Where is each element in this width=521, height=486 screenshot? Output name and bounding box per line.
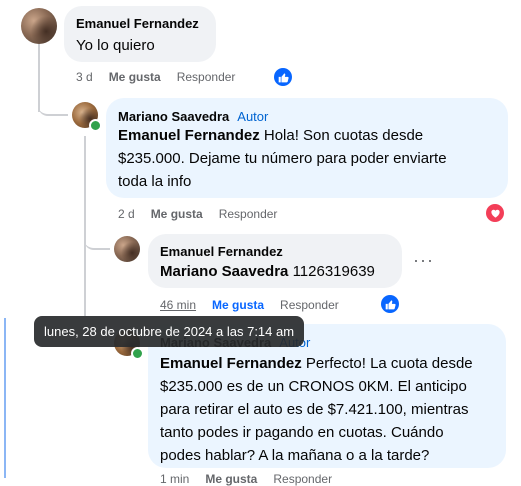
comment-time[interactable]: 46 min [160, 298, 196, 312]
comment-actions: 46 min Me gusta Responder [160, 298, 355, 312]
thread-line [84, 136, 86, 246]
comment-actions: 2 d Me gusta Responder [118, 207, 293, 221]
mention-link[interactable]: Mariano Saavedra [160, 263, 288, 280]
love-icon[interactable] [486, 204, 504, 222]
comment-time[interactable]: 2 d [118, 207, 135, 221]
comment-author[interactable]: Emanuel Fernandez [76, 16, 199, 31]
comment-author[interactable]: Emanuel Fernandez [160, 244, 283, 259]
comment-bubble: Mariano Saavedra Autor Emanuel Fernandez … [106, 98, 508, 198]
like-button[interactable]: Me gusta [212, 298, 264, 312]
reply-button[interactable]: Responder [219, 207, 278, 221]
thread-connector [84, 232, 110, 250]
reply-button[interactable]: Responder [177, 70, 236, 84]
reply-button[interactable]: Responder [280, 298, 339, 312]
like-icon[interactable] [274, 68, 292, 86]
thread-line [84, 246, 86, 316]
more-options-icon[interactable]: ··· [413, 250, 434, 271]
comment-actions: 1 min Me gusta Responder [160, 472, 348, 486]
online-indicator [89, 119, 102, 132]
online-indicator [131, 347, 144, 360]
comment-time[interactable]: 3 d [76, 70, 93, 84]
comment-text: Emanuel Fernandez Hola! Son cuotas desde… [118, 127, 447, 190]
comment-author[interactable]: Mariano Saavedra [118, 109, 229, 124]
reply-button[interactable]: Responder [273, 472, 332, 486]
comment-time[interactable]: 1 min [160, 472, 189, 486]
author-badge: Autor [237, 109, 269, 124]
like-button[interactable]: Me gusta [109, 70, 161, 84]
mention-link[interactable]: Emanuel Fernandez [160, 355, 302, 372]
like-button[interactable]: Me gusta [151, 207, 203, 221]
avatar[interactable] [114, 236, 140, 262]
timestamp-tooltip: lunes, 28 de octubre de 2024 a las 7:14 … [34, 316, 305, 347]
thread-connector [38, 96, 68, 116]
comment-text: Mariano Saavedra 1126319639 [160, 263, 375, 280]
comment-text: Emanuel Fernandez Perfecto! La cuota des… [160, 355, 473, 464]
comment-bubble: Emanuel Fernandez Yo lo quiero [64, 6, 216, 62]
comment-text: Yo lo quiero [76, 37, 155, 54]
like-button[interactable]: Me gusta [205, 472, 257, 486]
avatar[interactable] [21, 8, 57, 44]
comment-actions: 3 d Me gusta Responder [76, 70, 251, 84]
mention-link[interactable]: Emanuel Fernandez [118, 127, 260, 144]
comment-bubble: Emanuel Fernandez Mariano Saavedra 11263… [148, 234, 402, 288]
like-icon[interactable] [381, 295, 399, 313]
thread-line-active [4, 318, 6, 478]
